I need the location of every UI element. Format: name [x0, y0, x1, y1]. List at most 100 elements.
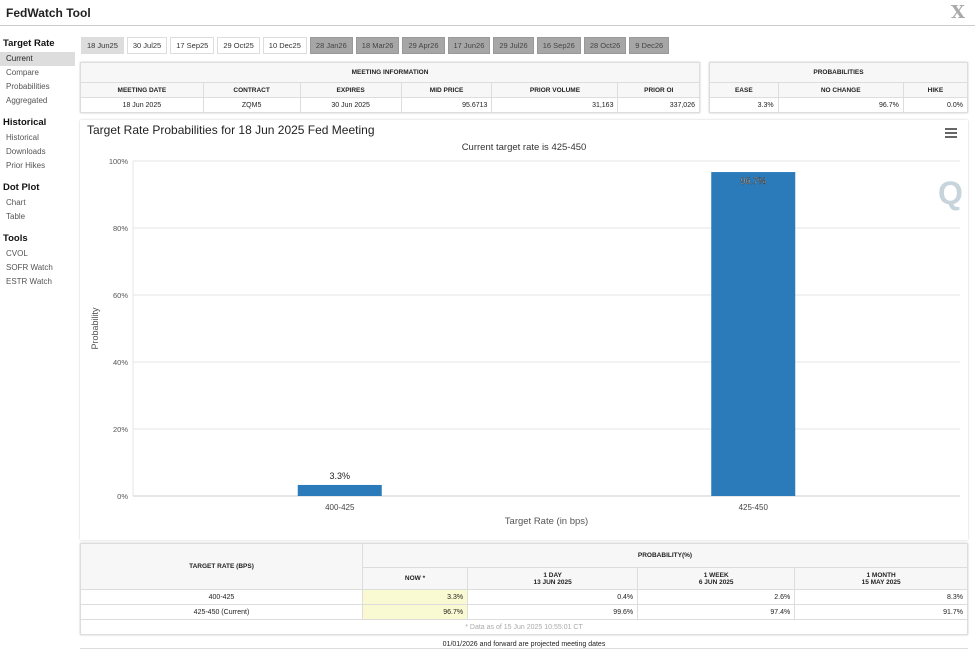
column-header: EXPIRES [300, 83, 401, 98]
table-cell: 2.6% [638, 590, 795, 605]
bar-425-450 [711, 172, 795, 496]
header-date: 13 JUN 2025 [472, 579, 633, 586]
header-date: 15 MAY 2025 [799, 579, 963, 586]
table-cell: 96.7% [778, 98, 903, 113]
close-icon[interactable]: X [951, 2, 965, 23]
sidebar-item-cvol[interactable]: CVOL [0, 247, 75, 261]
meeting-tab[interactable]: 9 Dec26 [629, 37, 669, 54]
table-cell: 337,026 [618, 98, 700, 113]
column-header: 1 DAY13 JUN 2025 [468, 568, 638, 590]
sidebar-item-compare[interactable]: Compare [0, 66, 75, 80]
y-tick-label: 40% [113, 358, 128, 367]
meeting-tabs: 18 Jun2530 Jul2517 Sep2529 Oct2510 Dec25… [81, 37, 669, 54]
meeting-tab[interactable]: 17 Jun26 [448, 37, 491, 54]
sidebar-item-historical[interactable]: Historical [0, 131, 75, 145]
table-cell: 8.3% [795, 590, 968, 605]
sidebar-item-chart[interactable]: Chart [0, 196, 75, 210]
meeting-tab[interactable]: 29 Apr26 [402, 37, 444, 54]
table-cell: ZQM5 [203, 98, 300, 113]
y-tick-label: 80% [113, 224, 128, 233]
meeting-tab[interactable]: 18 Mar26 [356, 37, 400, 54]
sidebar-item-sofr-watch[interactable]: SOFR Watch [0, 261, 75, 275]
sidebar-item-aggregated[interactable]: Aggregated [0, 94, 75, 108]
meeting-tab[interactable]: 18 Jun25 [81, 37, 124, 54]
sidebar-item-estr-watch[interactable]: ESTR Watch [0, 275, 75, 289]
data-label: 96.7% [740, 176, 766, 186]
sidebar-item-probabilities[interactable]: Probabilities [0, 80, 75, 94]
chart-title: Target Rate Probabilities for 18 Jun 202… [87, 123, 375, 137]
meeting-info-title: MEETING INFORMATION [81, 63, 700, 83]
quikstrike-logo-icon: Q [938, 175, 963, 211]
x-tick-label: 425-450 [739, 503, 769, 512]
meeting-tab[interactable]: 28 Oct26 [584, 37, 626, 54]
column-header: CONTRACT [203, 83, 300, 98]
chart-panel: Target Rate Probabilities for 18 Jun 202… [80, 120, 968, 540]
table-cell: 97.4% [638, 605, 795, 620]
app-title: FedWatch Tool [6, 6, 91, 20]
sidebar-group: Dot Plot ChartTable [0, 182, 75, 224]
sidebar-group: HistoricalHistoricalDownloadsPrior Hikes [0, 117, 75, 173]
column-header: PRIOR OI [618, 83, 700, 98]
column-header: MID PRICE [401, 83, 492, 98]
table-cell: 0.0% [903, 98, 967, 113]
column-header: EASE [710, 83, 779, 98]
title-bar: FedWatch Tool X [0, 0, 975, 26]
column-header: 1 MONTH15 MAY 2025 [795, 568, 968, 590]
y-axis-label: Probability [90, 307, 100, 350]
column-header: NOW * [363, 568, 468, 590]
meeting-tab[interactable]: 29 Jul26 [493, 37, 533, 54]
bar-chart: Target Rate Probabilities for 18 Jun 202… [80, 120, 968, 540]
meeting-tab[interactable]: 16 Sep26 [537, 37, 581, 54]
sidebar-item-table[interactable]: Table [0, 210, 75, 224]
sidebar-heading: Tools [3, 233, 75, 244]
header-line: 1 MONTH [799, 572, 963, 579]
col-probability: PROBABILITY(%) [363, 544, 968, 568]
x-axis-label: Target Rate (in bps) [505, 516, 588, 527]
column-header: 1 WEEK6 JUN 2025 [638, 568, 795, 590]
probabilities-table: PROBABILITIES EASENO CHANGEHIKE 3.3%96.7%… [709, 62, 968, 113]
x-tick-label: 400-425 [325, 503, 355, 512]
chart-menu-icon[interactable] [945, 132, 957, 134]
table-cell: 31,163 [492, 98, 618, 113]
meeting-tab[interactable]: 10 Dec25 [263, 37, 307, 54]
y-tick-label: 0% [117, 492, 128, 501]
header-line: 1 WEEK [642, 572, 790, 579]
table-cell: 3.3% [710, 98, 779, 113]
table-cell: 96.7% [363, 605, 468, 620]
column-header: PRIOR VOLUME [492, 83, 618, 98]
header-line: NOW * [367, 575, 463, 582]
sidebar-heading: Target Rate [3, 38, 75, 49]
table-cell: 18 Jun 2025 [81, 98, 204, 113]
column-header: HIKE [903, 83, 967, 98]
sidebar-heading: Dot Plot [3, 182, 75, 193]
chart-menu-icon[interactable] [945, 128, 957, 130]
probabilities-title: PROBABILITIES [710, 63, 968, 83]
y-tick-label: 60% [113, 291, 128, 300]
table-cell: 3.3% [363, 590, 468, 605]
chart-menu-icon[interactable] [945, 136, 957, 138]
table-cell: 425-450 (Current) [81, 605, 363, 620]
table-cell: 91.7% [795, 605, 968, 620]
column-header: NO CHANGE [778, 83, 903, 98]
data-timestamp: * Data as of 15 Jun 2025 10:55:01 CT [81, 620, 968, 635]
meeting-tab[interactable]: 30 Jul25 [127, 37, 167, 54]
meeting-tab[interactable]: 29 Oct25 [217, 37, 259, 54]
col-target-rate: TARGET RATE (BPS) [81, 544, 363, 590]
meeting-tab[interactable]: 28 Jan26 [310, 37, 353, 54]
table-row: 425-450 (Current)96.7%99.6%97.4%91.7% [81, 605, 968, 620]
header-date: 6 JUN 2025 [642, 579, 790, 586]
meeting-info-table: MEETING INFORMATION MEETING DATECONTRACT… [80, 62, 700, 113]
sidebar: Target Rate CurrentCompareProbabilitiesAg… [0, 38, 75, 298]
table-cell: 99.6% [468, 605, 638, 620]
table-row: 400-4253.3%0.4%2.6%8.3% [81, 590, 968, 605]
sidebar-item-prior-hikes[interactable]: Prior Hikes [0, 159, 75, 173]
sidebar-item-current[interactable]: Current [0, 52, 75, 66]
sidebar-group: Target Rate CurrentCompareProbabilitiesAg… [0, 38, 75, 108]
sidebar-heading: Historical [3, 117, 75, 128]
header-line: 1 DAY [472, 572, 633, 579]
meeting-tab[interactable]: 17 Sep25 [170, 37, 214, 54]
chart-subtitle: Current target rate is 425-450 [462, 142, 587, 153]
sidebar-item-downloads[interactable]: Downloads [0, 145, 75, 159]
data-label: 3.3% [329, 471, 350, 481]
y-tick-label: 20% [113, 425, 128, 434]
